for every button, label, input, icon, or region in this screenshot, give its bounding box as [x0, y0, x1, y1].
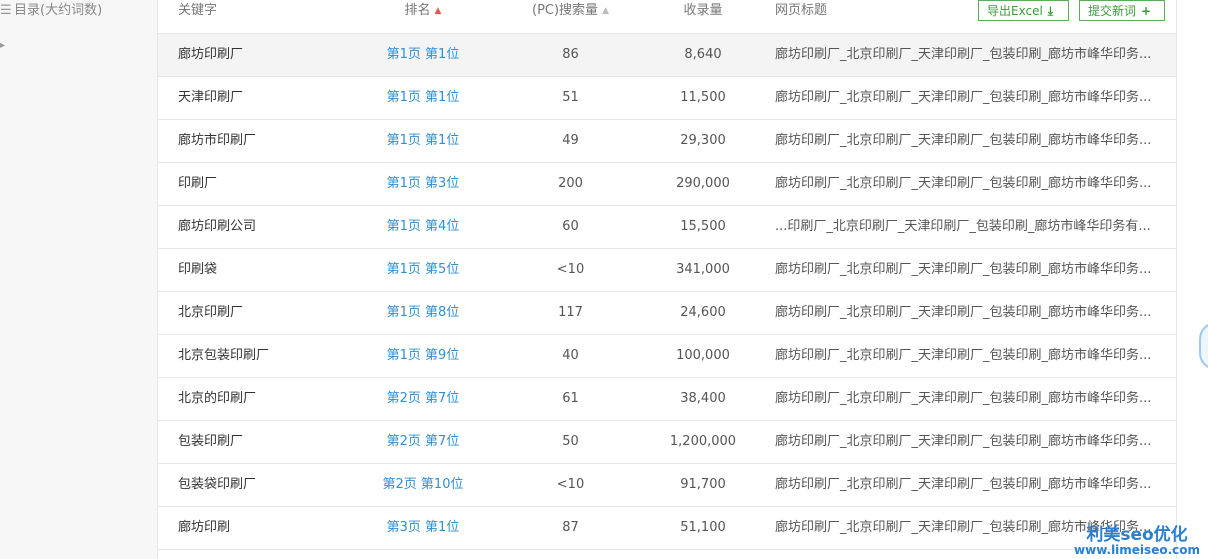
- watermark-brand: 利美seo优化: [1086, 524, 1188, 545]
- submit-new-keyword-label: 提交新词: [1088, 4, 1137, 18]
- export-excel-button[interactable]: 导出Excel ⤓: [978, 0, 1069, 21]
- table-row[interactable]: 包装袋印刷厂 第2页 第10位 <10 91,700 廊坊印刷厂_北京印刷厂_天…: [158, 464, 1176, 507]
- header-indexed: 收录量: [683, 3, 723, 18]
- cell-volume: <10: [556, 262, 585, 277]
- sort-icon[interactable]: ▲: [602, 6, 609, 16]
- table-header: 关键字 排名 ▲ (PC)搜索量 ▲ 收录量 网页标题 导出Excel ⤓ 提交新词 +: [158, 0, 1176, 34]
- watermark-logo: 利美seo优化 www.limeiseo.com: [1074, 524, 1200, 558]
- cell-rank[interactable]: 第1页 第1位: [348, 120, 498, 162]
- cell-page-title: 廊坊印刷厂_北京印刷厂_天津印刷厂_包装印刷_廊坊市峰华印务...: [775, 391, 1152, 406]
- plus-icon: +: [1141, 4, 1152, 18]
- table-row[interactable]: 北京的印刷厂 第2页 第7位 61 38,400 廊坊印刷厂_北京印刷厂_天津印…: [158, 378, 1176, 421]
- cell-keyword: 包装袋印刷厂: [178, 477, 257, 492]
- table-row[interactable]: 廊坊印刷厂 第1页 第1位 86 8,640 廊坊印刷厂_北京印刷厂_天津印刷厂…: [158, 34, 1176, 77]
- table-row[interactable]: 廊坊印刷公司 第1页 第4位 60 15,500 ...印刷厂_北京印刷厂_天津…: [158, 206, 1176, 249]
- cell-volume: 86: [562, 47, 579, 62]
- cell-rank[interactable]: 第1页 第8位: [348, 292, 498, 334]
- sidebar: ☰ 目录(大约词数) ▸: [0, 0, 158, 559]
- cell-rank[interactable]: 第1页 第3位: [348, 163, 498, 205]
- cell-keyword: 北京印刷厂: [178, 305, 244, 320]
- table-row[interactable]: 包装印刷厂 第2页 第7位 50 1,200,000 廊坊印刷厂_北京印刷厂_天…: [158, 421, 1176, 464]
- cell-indexed: 290,000: [676, 176, 730, 191]
- cell-indexed: 15,500: [680, 219, 726, 234]
- cell-indexed: 24,600: [680, 305, 726, 320]
- cell-volume: 61: [562, 391, 579, 406]
- download-icon: ⤓: [1047, 4, 1054, 18]
- cell-page-title: 廊坊印刷厂_北京印刷厂_天津印刷厂_包装印刷_廊坊市峰华印务...: [775, 133, 1152, 148]
- cell-page-title: 廊坊印刷厂_北京印刷厂_天津印刷厂_包装印刷_廊坊市峰华印务...: [775, 262, 1152, 277]
- header-keyword: 关键字: [178, 3, 218, 18]
- header-pc-search-volume-label: (PC)搜索量: [532, 3, 599, 18]
- cell-volume: 40: [562, 348, 579, 363]
- cell-page-title: ...印刷厂_北京印刷厂_天津印刷厂_包装印刷_廊坊市峰华印务有...: [775, 219, 1151, 234]
- cell-volume: 60: [562, 219, 579, 234]
- cell-keyword: 廊坊印刷厂: [178, 47, 244, 62]
- cell-page-title: 廊坊印刷厂_北京印刷厂_天津印刷厂_包装印刷_廊坊市峰华印务...: [775, 47, 1152, 62]
- table-row[interactable]: 印刷袋 第1页 第5位 <10 341,000 廊坊印刷厂_北京印刷厂_天津印刷…: [158, 249, 1176, 292]
- cell-indexed: 38,400: [680, 391, 726, 406]
- header-rank-label: 排名: [404, 3, 431, 18]
- sort-descending-icon[interactable]: ▲: [435, 6, 442, 16]
- cell-volume: 200: [558, 176, 583, 191]
- cell-rank[interactable]: 第1页 第4位: [348, 206, 498, 248]
- cell-indexed: 1,200,000: [669, 434, 737, 449]
- sidebar-item-label: 目录(大约词数): [14, 3, 103, 18]
- header-page-title: 网页标题: [775, 3, 828, 18]
- cell-keyword: 包装印刷厂: [178, 434, 244, 449]
- cell-keyword: 印刷袋: [178, 262, 218, 277]
- export-excel-label: 导出Excel: [987, 4, 1043, 18]
- cell-indexed: 11,500: [680, 90, 726, 105]
- cell-indexed: 29,300: [680, 133, 726, 148]
- list-icon: ☰: [0, 3, 12, 18]
- header-pc-search-volume[interactable]: (PC)搜索量 ▲: [498, 0, 643, 33]
- cell-page-title: 廊坊印刷厂_北京印刷厂_天津印刷厂_包装印刷_廊坊市峰华印务...: [775, 434, 1152, 449]
- cell-keyword: 北京包装印刷厂: [178, 348, 270, 363]
- cell-keyword: 天津印刷厂: [178, 90, 244, 105]
- cell-page-title: 廊坊印刷厂_北京印刷厂_天津印刷厂_包装印刷_廊坊市峰华印务...: [775, 305, 1152, 320]
- table-row[interactable]: 天津印刷厂 第1页 第1位 51 11,500 廊坊印刷厂_北京印刷厂_天津印刷…: [158, 77, 1176, 120]
- header-rank[interactable]: 排名 ▲: [348, 0, 498, 33]
- table-row[interactable]: 印刷厂 第1页 第3位 200 290,000 廊坊印刷厂_北京印刷厂_天津印刷…: [158, 163, 1176, 206]
- cell-indexed: 51,100: [680, 520, 726, 535]
- cell-rank[interactable]: 第2页 第7位: [348, 378, 498, 420]
- cell-keyword: 印刷厂: [178, 176, 218, 191]
- cell-keyword: 廊坊印刷: [178, 520, 231, 535]
- table-row[interactable]: 北京印刷厂 第1页 第8位 117 24,600 廊坊印刷厂_北京印刷厂_天津印…: [158, 292, 1176, 335]
- floating-sidebar-handle[interactable]: [1199, 322, 1208, 370]
- cell-indexed: 341,000: [676, 262, 730, 277]
- table-row[interactable]: 廊坊市印刷厂 第1页 第1位 49 29,300 廊坊印刷厂_北京印刷厂_天津印…: [158, 120, 1176, 163]
- submit-new-keyword-button[interactable]: 提交新词 +: [1079, 0, 1165, 21]
- cell-keyword: 廊坊市印刷厂: [178, 133, 257, 148]
- cell-keyword: 北京的印刷厂: [178, 391, 257, 406]
- cell-volume: 50: [562, 434, 579, 449]
- cell-indexed: 8,640: [684, 47, 722, 62]
- cell-volume: <10: [556, 477, 585, 492]
- cell-volume: 87: [562, 520, 579, 535]
- table-body: 廊坊印刷厂 第1页 第1位 86 8,640 廊坊印刷厂_北京印刷厂_天津印刷厂…: [158, 34, 1176, 550]
- cell-rank[interactable]: 第3页 第1位: [348, 507, 498, 549]
- cell-page-title: 廊坊印刷厂_北京印刷厂_天津印刷厂_包装印刷_廊坊市峰华印务...: [775, 90, 1152, 105]
- cell-page-title: 廊坊印刷厂_北京印刷厂_天津印刷厂_包装印刷_廊坊市峰华印务...: [775, 176, 1152, 191]
- sidebar-item-directory[interactable]: ☰ 目录(大约词数): [0, 0, 102, 22]
- cell-page-title: 廊坊印刷厂_北京印刷厂_天津印刷厂_包装印刷_廊坊市峰华印务...: [775, 477, 1152, 492]
- table-row[interactable]: 北京包装印刷厂 第1页 第9位 40 100,000 廊坊印刷厂_北京印刷厂_天…: [158, 335, 1176, 378]
- cell-rank[interactable]: 第2页 第10位: [348, 464, 498, 506]
- cell-volume: 51: [562, 90, 579, 105]
- watermark-url: www.limeiseo.com: [1074, 543, 1200, 558]
- cell-volume: 117: [558, 305, 583, 320]
- cell-indexed: 91,700: [680, 477, 726, 492]
- cell-rank[interactable]: 第1页 第1位: [348, 77, 498, 119]
- cell-page-title: 廊坊印刷厂_北京印刷厂_天津印刷厂_包装印刷_廊坊市峰华印务...: [775, 348, 1152, 363]
- cell-indexed: 100,000: [676, 348, 730, 363]
- cell-rank[interactable]: 第2页 第7位: [348, 421, 498, 463]
- cell-rank[interactable]: 第1页 第1位: [348, 34, 498, 76]
- cell-keyword: 廊坊印刷公司: [178, 219, 257, 234]
- cell-rank[interactable]: 第1页 第9位: [348, 335, 498, 377]
- cell-rank[interactable]: 第1页 第5位: [348, 249, 498, 291]
- caret-icon: ▸: [0, 40, 6, 51]
- table-row[interactable]: 廊坊印刷 第3页 第1位 87 51,100 廊坊印刷厂_北京印刷厂_天津印刷厂…: [158, 507, 1176, 550]
- keyword-ranking-panel: 关键字 排名 ▲ (PC)搜索量 ▲ 收录量 网页标题 导出Excel ⤓ 提交新词 +…: [158, 0, 1177, 559]
- cell-volume: 49: [562, 133, 579, 148]
